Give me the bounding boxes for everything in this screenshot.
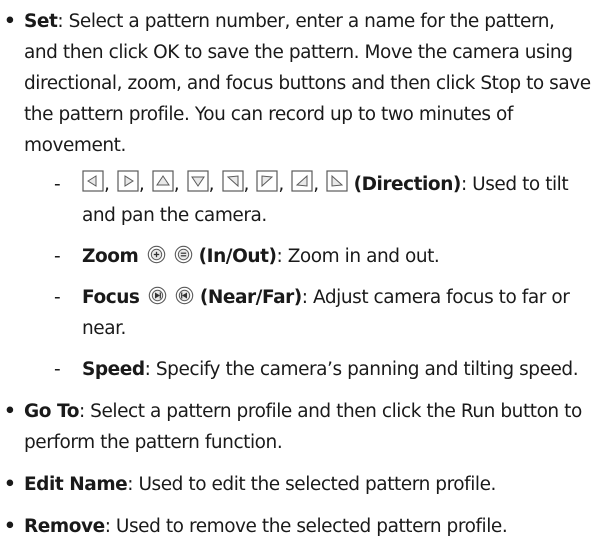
arrow-right-icon xyxy=(117,170,139,192)
dash: - xyxy=(54,246,61,267)
list-item-remove: • Remove: Used to remove the selected pa… xyxy=(0,511,591,542)
sub-item-speed: - Speed: Specify the camera’s panning an… xyxy=(24,354,591,385)
list-item-go-to: • Go To: Select a pattern profile and th… xyxy=(0,396,591,458)
arrow-down-icon xyxy=(187,170,209,192)
item-title: Set xyxy=(24,11,58,32)
bullet: • xyxy=(4,11,16,32)
item-title: Go To xyxy=(24,401,79,422)
separator-comma: , xyxy=(243,174,250,195)
zoom-out-icon xyxy=(174,245,193,264)
separator-comma: , xyxy=(208,174,215,195)
sub-item-title: Speed xyxy=(82,359,145,380)
separator-comma: , xyxy=(138,174,145,195)
sub-item-zoom: - Zoom (In/Out): Zoom in and out. xyxy=(24,241,591,272)
bullet: • xyxy=(4,516,16,537)
item-title: Remove xyxy=(24,516,105,537)
zoom-in-icon xyxy=(147,245,166,264)
bullet: • xyxy=(4,474,16,495)
list-item-edit-name: • Edit Name: Used to edit the selected p… xyxy=(0,469,591,500)
bullet: • xyxy=(4,401,16,422)
document-body: • Set: Select a pattern number, enter a … xyxy=(0,0,591,542)
arrow-up-left-icon xyxy=(326,170,348,192)
separator-comma: , xyxy=(104,174,110,195)
sub-item-title-2: (Near/Far) xyxy=(199,287,302,308)
separator-comma: , xyxy=(173,174,180,195)
arrow-left-icon xyxy=(82,170,104,192)
separator-comma: , xyxy=(313,174,319,195)
arrow-up-icon xyxy=(152,170,174,192)
sub-item-direction: - , , , , , , , (Direction): Used to til… xyxy=(24,169,591,231)
list-item-set: • Set: Select a pattern number, enter a … xyxy=(0,6,591,385)
sub-item-text: : Zoom in and out. xyxy=(276,246,440,267)
item-text: : Select a pattern number, enter a name … xyxy=(24,11,591,156)
sub-item-title: (Direction) xyxy=(353,174,462,195)
arrow-down-left-icon xyxy=(256,170,278,192)
arrow-up-right-icon xyxy=(291,170,313,192)
item-title: Edit Name xyxy=(24,474,128,495)
sub-item-title: Zoom xyxy=(82,246,139,267)
focus-far-icon xyxy=(175,286,194,305)
dash: - xyxy=(54,174,61,195)
sub-item-title: Focus xyxy=(82,287,140,308)
item-text: : Select a pattern profile and then clic… xyxy=(24,401,582,453)
arrow-down-right-icon xyxy=(221,170,244,192)
item-text: : Used to edit the selected pattern prof… xyxy=(127,474,496,495)
focus-near-icon xyxy=(148,286,167,305)
item-text: : Used to remove the selected pattern pr… xyxy=(104,516,508,537)
sub-item-text: : Specify the camera’s panning and tilti… xyxy=(144,359,579,380)
dash: - xyxy=(54,359,61,380)
separator-comma: , xyxy=(278,174,284,195)
sub-item-title-2: (In/Out) xyxy=(198,246,277,267)
dash: - xyxy=(54,287,61,308)
sub-item-focus: - Focus (Near/Far): Adjust camera focus … xyxy=(24,282,591,344)
